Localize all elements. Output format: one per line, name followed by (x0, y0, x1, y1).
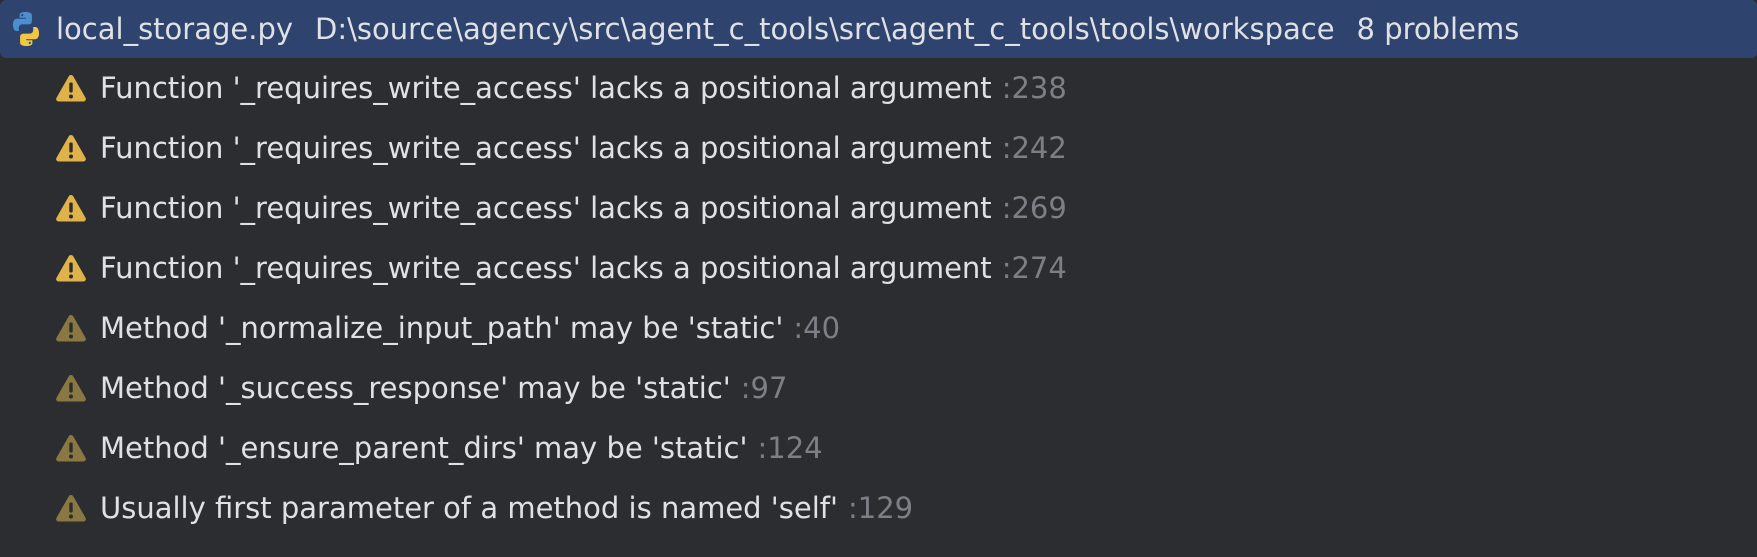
problem-message: Method '_ensure_parent_dirs' may be 'sta… (100, 431, 748, 465)
python-icon (13, 12, 39, 46)
problem-count: 8 problems (1356, 12, 1520, 46)
warning-icon (56, 135, 86, 162)
problem-row[interactable]: Usually first parameter of a method is n… (0, 478, 1757, 538)
problem-line-number: :97 (740, 371, 788, 405)
problem-row[interactable]: Function '_requires_write_access' lacks … (0, 178, 1757, 238)
problem-line-number: :124 (757, 431, 823, 465)
weak-warning-icon (56, 375, 86, 402)
warning-icon (56, 255, 86, 282)
problem-row[interactable]: Function '_requires_write_access' lacks … (0, 58, 1757, 118)
problem-line-number: :274 (1001, 251, 1067, 285)
problems-panel: local_storage.py D:\source\agency\src\ag… (0, 0, 1757, 557)
weak-warning-icon (56, 435, 86, 462)
warning-icon (56, 75, 86, 102)
problem-message: Method '_normalize_input_path' may be 's… (100, 311, 784, 345)
problem-row[interactable]: Method '_normalize_input_path' may be 's… (0, 298, 1757, 358)
problem-message: Function '_requires_write_access' lacks … (100, 131, 992, 165)
problem-message: Method '_success_response' may be 'stati… (100, 371, 731, 405)
problem-message: Usually first parameter of a method is n… (100, 491, 838, 525)
file-name: local_storage.py (56, 12, 294, 46)
problem-message: Function '_requires_write_access' lacks … (100, 251, 992, 285)
problem-row[interactable]: Function '_requires_write_access' lacks … (0, 118, 1757, 178)
problem-row[interactable]: Function '_requires_write_access' lacks … (0, 238, 1757, 298)
problem-line-number: :242 (1001, 131, 1067, 165)
problem-line-number: :129 (847, 491, 914, 525)
weak-warning-icon (56, 495, 86, 522)
problem-row[interactable]: Method '_ensure_parent_dirs' may be 'sta… (0, 418, 1757, 478)
problem-row[interactable]: Method '_success_response' may be 'stati… (0, 358, 1757, 418)
problem-line-number: :40 (793, 311, 841, 345)
weak-warning-icon (56, 315, 86, 342)
problem-message: Function '_requires_write_access' lacks … (100, 191, 992, 225)
warning-icon (56, 195, 86, 222)
problem-line-number: :238 (1001, 71, 1067, 105)
problem-line-number: :269 (1001, 191, 1067, 225)
file-node[interactable]: local_storage.py D:\source\agency\src\ag… (0, 0, 1757, 58)
problem-message: Function '_requires_write_access' lacks … (100, 71, 992, 105)
file-path: D:\source\agency\src\agent_c_tools\src\a… (315, 12, 1335, 46)
